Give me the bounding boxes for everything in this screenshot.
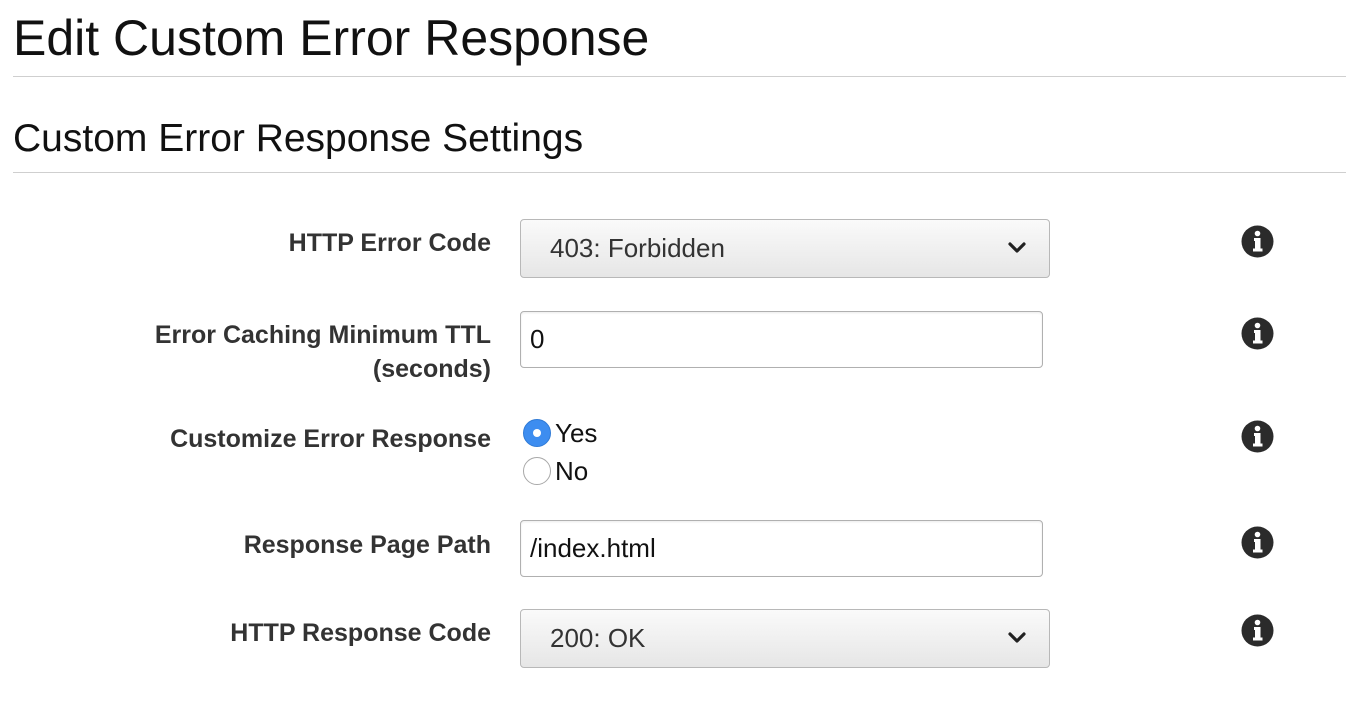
error-caching-ttl-label-line1: Error Caching Minimum TTL	[154, 321, 491, 349]
customize-yes-label: Yes	[555, 417, 598, 448]
http-error-code-info-icon[interactable]	[1241, 225, 1274, 258]
http-response-code-label: HTTP Response Code	[230, 619, 491, 647]
edit-custom-error-response-page: Edit Custom Error Response Custom Error …	[0, 0, 1346, 704]
customize-yes-radio[interactable]	[523, 419, 551, 447]
http-response-code-select[interactable]: 200: OK	[520, 609, 1050, 668]
response-page-path-input[interactable]	[520, 520, 1043, 577]
error-caching-ttl-info-icon[interactable]	[1241, 317, 1274, 350]
http-response-code-value: 200: OK	[550, 623, 646, 653]
http-error-code-value: 403: Forbidden	[550, 233, 725, 263]
customize-yes-option[interactable]: Yes	[523, 416, 597, 450]
page-title: Edit Custom Error Response	[13, 10, 650, 66]
error-caching-ttl-label: Error Caching Minimum TTL (seconds)	[155, 318, 491, 386]
section-divider	[13, 172, 1346, 173]
response-page-path-label: Response Page Path	[243, 531, 491, 559]
http-error-code-label: HTTP Error Code	[288, 229, 491, 257]
customize-no-label: No	[555, 455, 589, 486]
chevron-down-icon	[1008, 242, 1026, 253]
title-divider	[13, 76, 1346, 77]
section-title: Custom Error Response Settings	[13, 117, 584, 160]
customize-error-response-label: Customize Error Response	[170, 425, 491, 453]
error-caching-ttl-label-line2: (seconds)	[372, 355, 491, 383]
customize-error-response-info-icon[interactable]	[1241, 420, 1274, 453]
chevron-down-icon	[1008, 632, 1026, 643]
customize-no-radio[interactable]	[523, 457, 551, 485]
response-page-path-info-icon[interactable]	[1241, 526, 1274, 559]
http-response-code-info-icon[interactable]	[1241, 614, 1274, 647]
error-caching-ttl-input[interactable]	[520, 311, 1043, 368]
http-error-code-select[interactable]: 403: Forbidden	[520, 219, 1050, 278]
customize-no-option[interactable]: No	[523, 454, 588, 488]
